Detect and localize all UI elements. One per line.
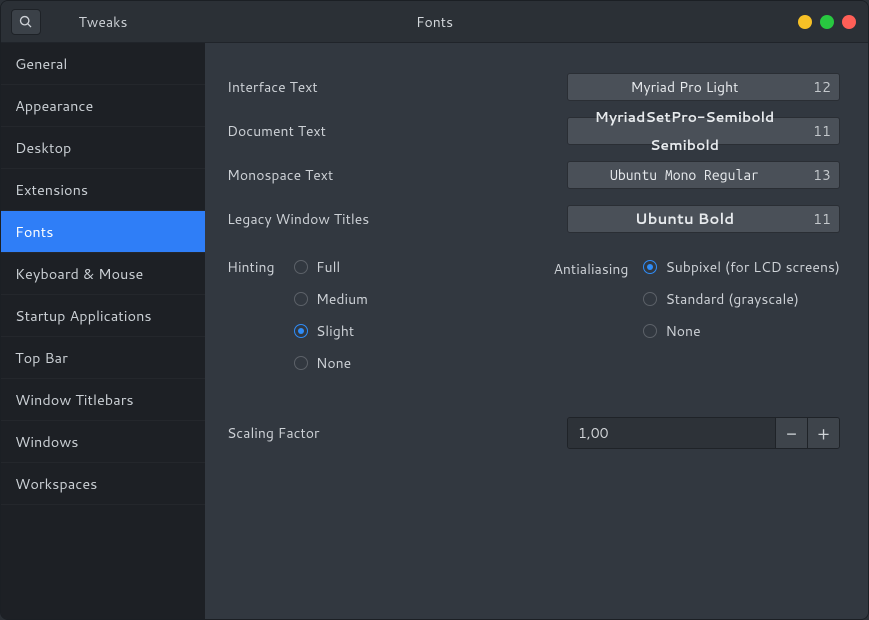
sidebar-item-windows[interactable]: Windows <box>1 421 205 463</box>
antialiasing-options: Subpixel (for LCD screens) Standard (gra… <box>643 257 840 373</box>
font-name: Myriad Pro Light <box>568 73 801 101</box>
font-name: Ubuntu Mono Regular <box>568 161 801 189</box>
scaling-factor-label: Scaling Factor <box>227 423 377 443</box>
radio-label: Full <box>316 257 340 277</box>
hinting-medium[interactable]: Medium <box>294 289 368 309</box>
sidebar: General Appearance Desktop Extensions Fo… <box>1 43 205 619</box>
interface-text-row: Interface Text Myriad Pro Light 12 <box>227 71 840 103</box>
document-text-label: Document Text <box>227 121 377 141</box>
sidebar-item-appearance[interactable]: Appearance <box>1 85 205 127</box>
font-name: Ubuntu Bold <box>568 205 801 233</box>
sidebar-item-fonts[interactable]: Fonts <box>1 211 205 253</box>
radio-label: Standard (grayscale) <box>665 289 799 309</box>
radio-label: Subpixel (for LCD screens) <box>665 257 840 277</box>
sidebar-item-top-bar[interactable]: Top Bar <box>1 337 205 379</box>
radio-label: None <box>316 353 351 373</box>
page-title: Fonts <box>416 1 453 43</box>
monospace-text-row: Monospace Text Ubuntu Mono Regular 13 <box>227 159 840 191</box>
sidebar-item-window-titlebars[interactable]: Window Titlebars <box>1 379 205 421</box>
sidebar-item-startup-applications[interactable]: Startup Applications <box>1 295 205 337</box>
interface-text-label: Interface Text <box>227 77 377 97</box>
font-name: MyriadSetPro-Semibold Semibold <box>568 103 801 159</box>
sidebar-item-workspaces[interactable]: Workspaces <box>1 463 205 505</box>
hinting-full[interactable]: Full <box>294 257 368 277</box>
hinting-none[interactable]: None <box>294 353 368 373</box>
minimize-button[interactable] <box>798 15 812 29</box>
sidebar-item-keyboard-mouse[interactable]: Keyboard & Mouse <box>1 253 205 295</box>
radio-label: Medium <box>316 289 368 309</box>
radio-icon <box>294 260 308 274</box>
sidebar-item-extensions[interactable]: Extensions <box>1 169 205 211</box>
radio-icon <box>643 260 657 274</box>
font-size: 11 <box>805 209 839 229</box>
monospace-text-font-button[interactable]: Ubuntu Mono Regular 13 <box>567 161 840 189</box>
radio-label: Slight <box>316 321 354 341</box>
scaling-increment-button[interactable]: + <box>807 418 839 448</box>
interface-text-font-button[interactable]: Myriad Pro Light 12 <box>567 73 840 101</box>
radio-icon <box>643 292 657 306</box>
headerbar: Tweaks Fonts <box>1 1 868 43</box>
window-controls <box>798 15 856 29</box>
window-body: General Appearance Desktop Extensions Fo… <box>1 43 868 619</box>
antialiasing-label: Antialiasing <box>553 257 643 373</box>
hinting-antialiasing-block: Hinting Full Medium Slight <box>227 257 840 373</box>
scaling-factor-spinbox[interactable]: 1,00 − + <box>567 417 840 449</box>
legacy-window-titles-font-button[interactable]: Ubuntu Bold 11 <box>567 205 840 233</box>
main-panel: Interface Text Myriad Pro Light 12 Docum… <box>205 43 868 619</box>
font-size: 13 <box>805 165 839 185</box>
monospace-text-label: Monospace Text <box>227 165 377 185</box>
maximize-button[interactable] <box>820 15 834 29</box>
sidebar-item-general[interactable]: General <box>1 43 205 85</box>
document-text-font-button[interactable]: MyriadSetPro-Semibold Semibold 11 <box>567 117 840 145</box>
radio-icon <box>294 356 308 370</box>
tweaks-window: Tweaks Fonts General Appearance Desktop … <box>0 0 869 620</box>
font-size: 12 <box>805 77 839 97</box>
antialiasing-subpixel[interactable]: Subpixel (for LCD screens) <box>643 257 840 277</box>
font-size: 11 <box>805 121 839 141</box>
radio-icon <box>294 324 308 338</box>
hinting-slight[interactable]: Slight <box>294 321 368 341</box>
scaling-decrement-button[interactable]: − <box>775 418 807 448</box>
radio-label: None <box>665 321 700 341</box>
scaling-factor-row: Scaling Factor 1,00 − + <box>227 417 840 449</box>
radio-icon <box>643 324 657 338</box>
legacy-window-titles-row: Legacy Window Titles Ubuntu Bold 11 <box>227 203 840 235</box>
antialiasing-none[interactable]: None <box>643 321 840 341</box>
document-text-row: Document Text MyriadSetPro-Semibold Semi… <box>227 115 840 147</box>
radio-icon <box>294 292 308 306</box>
hinting-label: Hinting <box>227 257 294 373</box>
app-title: Tweaks <box>1 1 205 43</box>
legacy-window-titles-label: Legacy Window Titles <box>227 209 377 229</box>
close-button[interactable] <box>842 15 856 29</box>
spacer <box>368 257 553 373</box>
sidebar-item-desktop[interactable]: Desktop <box>1 127 205 169</box>
antialiasing-standard[interactable]: Standard (grayscale) <box>643 289 840 309</box>
scaling-factor-input[interactable]: 1,00 <box>568 418 775 448</box>
hinting-options: Full Medium Slight None <box>294 257 368 373</box>
